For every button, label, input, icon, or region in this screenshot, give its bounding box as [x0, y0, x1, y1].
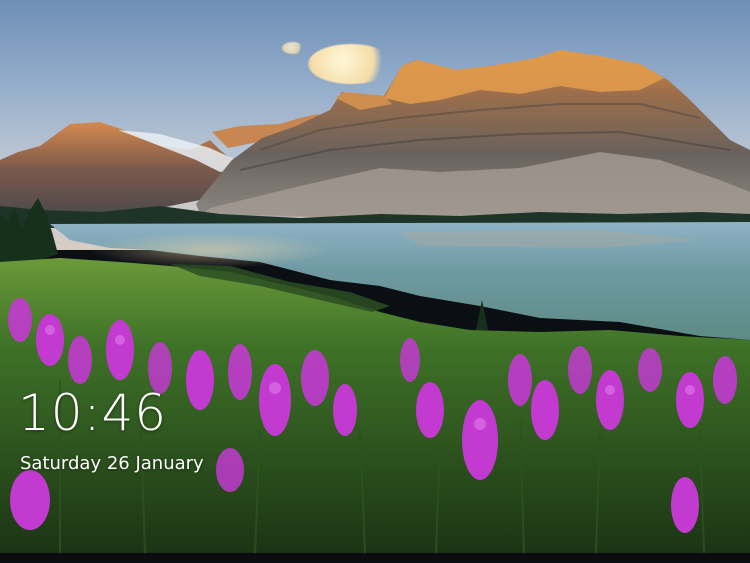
lock-screen-time: 10:46 — [18, 384, 168, 442]
screen-bezel — [0, 553, 750, 563]
lock-screen-date: Saturday 26 January — [20, 453, 204, 474]
lock-screen[interactable]: 10:46 Saturday 26 January — [0, 0, 750, 563]
